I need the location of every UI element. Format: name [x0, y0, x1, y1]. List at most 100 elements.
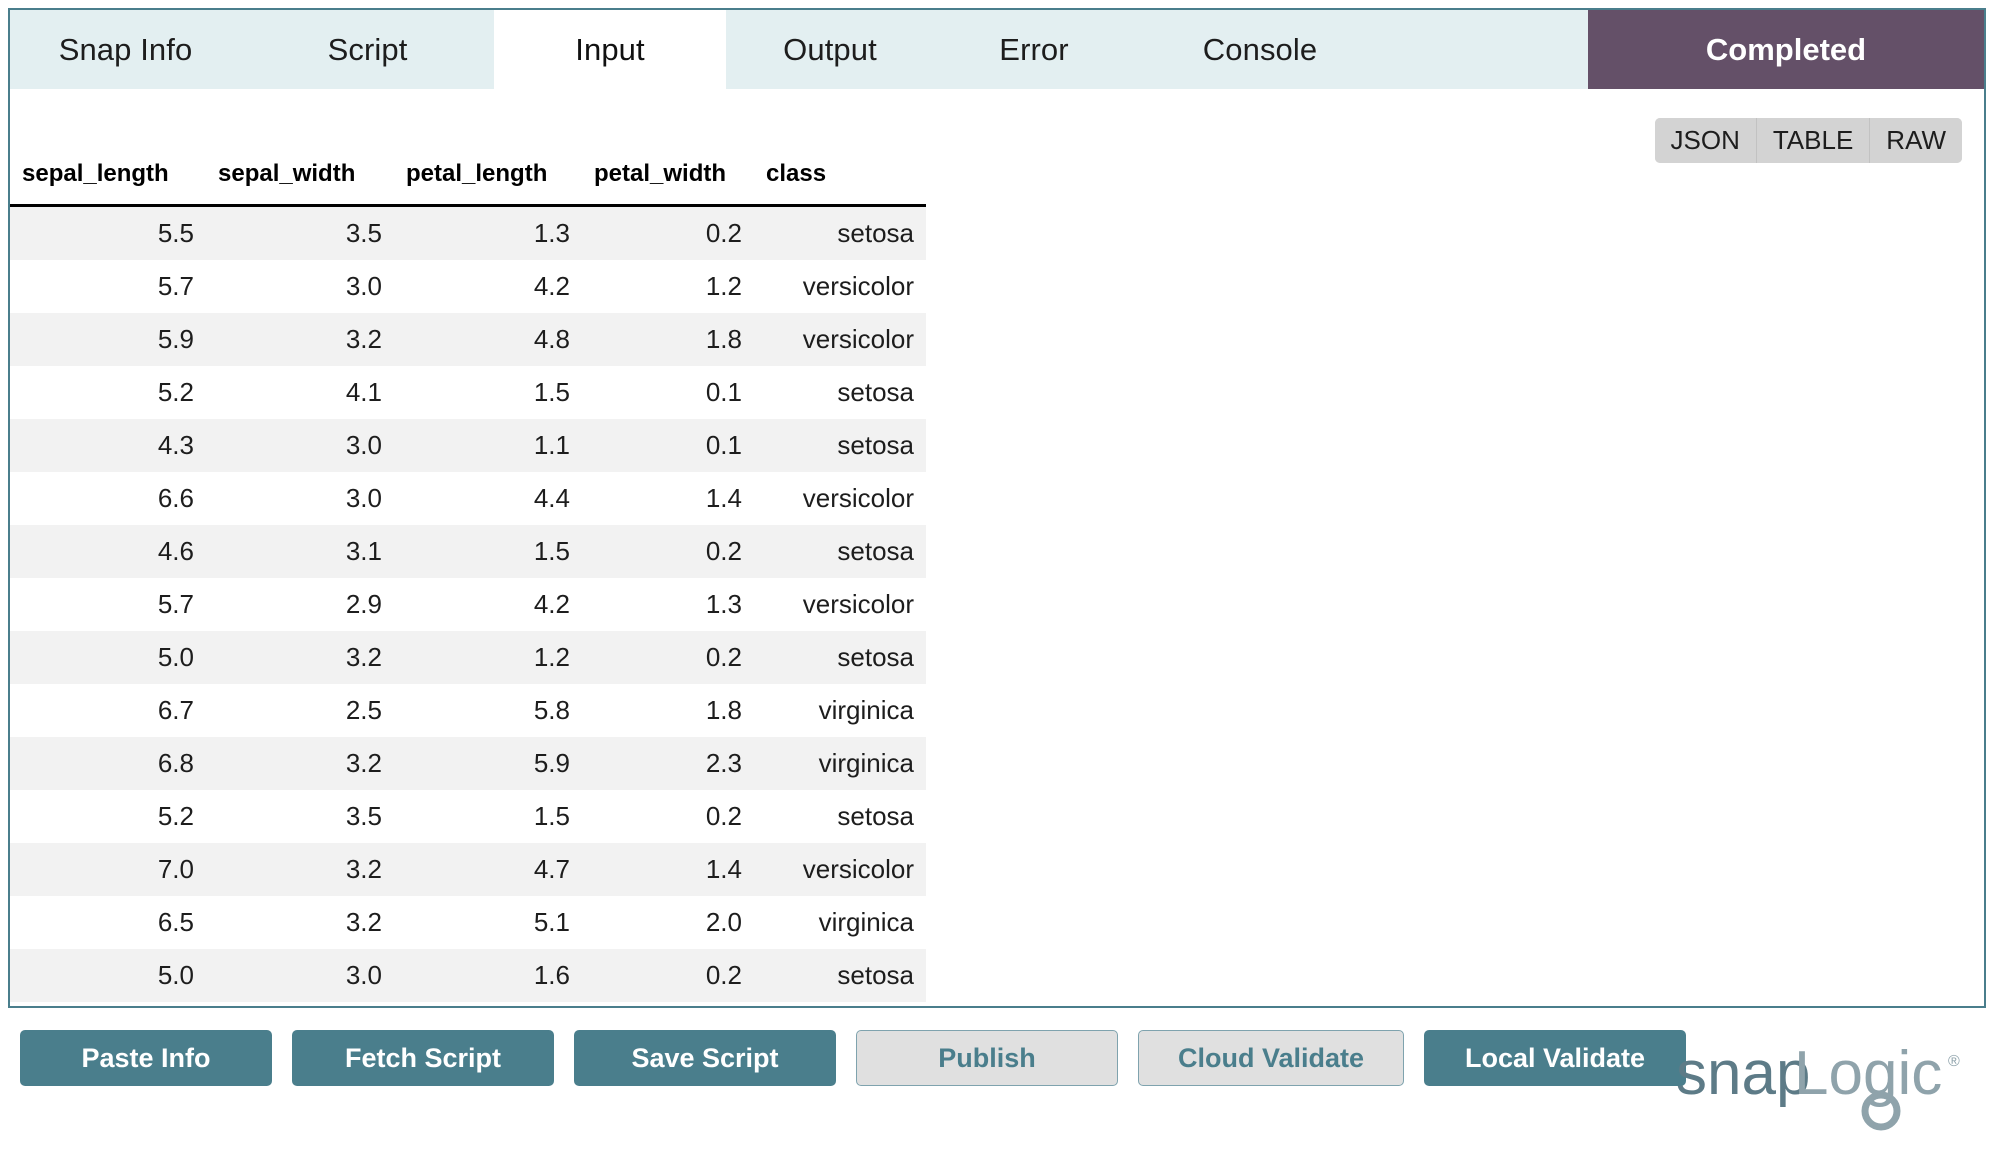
tab-error[interactable]: Error: [934, 10, 1134, 89]
view-mode-raw[interactable]: RAW: [1870, 118, 1962, 163]
cell-sepal-width: 3.1: [206, 525, 394, 578]
button-label: Paste Info: [81, 1043, 210, 1074]
table-row[interactable]: 6.53.25.12.0virginica: [10, 896, 926, 949]
cell-class: setosa: [754, 419, 926, 472]
tab-label: Error: [999, 32, 1068, 68]
status-label: Completed: [1706, 32, 1866, 68]
table-row[interactable]: 5.24.11.50.1setosa: [10, 366, 926, 419]
cell-class: setosa: [754, 790, 926, 843]
cell-sepal-width: 3.2: [206, 313, 394, 366]
cell-sepal-length: 4.3: [10, 419, 206, 472]
tab-strip: Snap Info Script Input Output Error Cons…: [10, 10, 1984, 89]
table-row[interactable]: 6.83.25.92.3virginica: [10, 737, 926, 790]
cell-class: versicolor: [754, 843, 926, 896]
table-row[interactable]: 4.33.01.10.1setosa: [10, 419, 926, 472]
local-validate-button[interactable]: Local Validate: [1424, 1030, 1686, 1086]
input-data-table-container: sepal_length sepal_width petal_length pe…: [10, 146, 926, 1002]
cell-petal-length: 1.2: [394, 631, 582, 684]
table-row[interactable]: 6.63.04.41.4versicolor: [10, 472, 926, 525]
cell-sepal-length: 5.7: [10, 260, 206, 313]
cell-petal-width: 1.8: [582, 313, 754, 366]
cell-sepal-width: 3.2: [206, 737, 394, 790]
cell-class: versicolor: [754, 313, 926, 366]
cell-petal-width: 1.3: [582, 578, 754, 631]
view-mode-json[interactable]: JSON: [1655, 118, 1757, 163]
snap-execution-panel: Snap Info Script Input Output Error Cons…: [8, 8, 1986, 1008]
cell-petal-length: 1.5: [394, 790, 582, 843]
cell-petal-length: 1.6: [394, 949, 582, 1002]
paste-info-button[interactable]: Paste Info: [20, 1030, 272, 1086]
cell-class: versicolor: [754, 578, 926, 631]
table-row[interactable]: 5.73.04.21.2versicolor: [10, 260, 926, 313]
cloud-validate-button[interactable]: Cloud Validate: [1138, 1030, 1404, 1086]
cell-sepal-width: 3.5: [206, 206, 394, 261]
status-badge: Completed: [1588, 10, 1984, 89]
table-row[interactable]: 5.72.94.21.3versicolor: [10, 578, 926, 631]
button-label: Local Validate: [1465, 1043, 1645, 1074]
cell-petal-length: 5.8: [394, 684, 582, 737]
view-mode-table[interactable]: TABLE: [1757, 118, 1870, 163]
column-header-petal-length: petal_length: [394, 146, 582, 206]
tab-label: Snap Info: [59, 32, 193, 68]
tab-script[interactable]: Script: [241, 10, 494, 89]
view-mode-switch[interactable]: JSON TABLE RAW: [1655, 118, 1962, 163]
fetch-script-button[interactable]: Fetch Script: [292, 1030, 554, 1086]
table-header: sepal_length sepal_width petal_length pe…: [10, 146, 926, 206]
table-row[interactable]: 4.63.11.50.2setosa: [10, 525, 926, 578]
cell-sepal-length: 5.0: [10, 949, 206, 1002]
snaplogic-logo-mark: snap Logic ®: [1676, 1038, 1976, 1134]
tab-output[interactable]: Output: [726, 10, 934, 89]
snaplogic-logo: snap Logic ®: [1676, 1038, 1976, 1134]
publish-button[interactable]: Publish: [856, 1030, 1118, 1086]
cell-petal-length: 1.5: [394, 525, 582, 578]
cell-petal-length: 4.8: [394, 313, 582, 366]
cell-petal-length: 4.7: [394, 843, 582, 896]
tab-input[interactable]: Input: [494, 10, 726, 89]
table-body: 5.53.51.30.2setosa5.73.04.21.2versicolor…: [10, 206, 926, 1003]
table-row[interactable]: 5.93.24.81.8versicolor: [10, 313, 926, 366]
save-script-button[interactable]: Save Script: [574, 1030, 836, 1086]
tab-console[interactable]: Console: [1134, 10, 1386, 89]
cell-sepal-length: 4.6: [10, 525, 206, 578]
cell-sepal-width: 2.5: [206, 684, 394, 737]
cell-sepal-width: 3.0: [206, 419, 394, 472]
table-row[interactable]: 5.53.51.30.2setosa: [10, 206, 926, 261]
column-header-petal-width: petal_width: [582, 146, 754, 206]
button-label: Publish: [938, 1043, 1036, 1074]
table-row[interactable]: 5.03.21.20.2setosa: [10, 631, 926, 684]
cell-class: virginica: [754, 896, 926, 949]
cell-petal-width: 0.1: [582, 419, 754, 472]
cell-petal-length: 4.4: [394, 472, 582, 525]
table-row[interactable]: 6.72.55.81.8virginica: [10, 684, 926, 737]
tab-label: Input: [575, 32, 644, 68]
view-mode-label: RAW: [1886, 125, 1946, 156]
cell-class: versicolor: [754, 260, 926, 313]
cell-petal-width: 2.3: [582, 737, 754, 790]
cell-petal-width: 1.4: [582, 843, 754, 896]
tab-snap-info[interactable]: Snap Info: [10, 10, 241, 89]
logo-trademark-symbol: ®: [1948, 1053, 1960, 1070]
cell-sepal-length: 7.0: [10, 843, 206, 896]
tab-label: Script: [328, 32, 408, 68]
table-row[interactable]: 5.23.51.50.2setosa: [10, 790, 926, 843]
cell-sepal-length: 6.6: [10, 472, 206, 525]
cell-sepal-length: 5.5: [10, 206, 206, 261]
cell-petal-length: 4.2: [394, 578, 582, 631]
cell-petal-width: 0.2: [582, 790, 754, 843]
cell-petal-width: 0.2: [582, 525, 754, 578]
table-row[interactable]: 5.03.01.60.2setosa: [10, 949, 926, 1002]
tab-label: Output: [783, 32, 877, 68]
cell-petal-width: 2.0: [582, 896, 754, 949]
cell-petal-width: 0.1: [582, 366, 754, 419]
cell-sepal-length: 5.7: [10, 578, 206, 631]
cell-sepal-width: 2.9: [206, 578, 394, 631]
cell-petal-length: 1.3: [394, 206, 582, 261]
cell-class: setosa: [754, 631, 926, 684]
cell-sepal-length: 6.7: [10, 684, 206, 737]
cell-sepal-length: 5.2: [10, 790, 206, 843]
cell-petal-width: 0.2: [582, 631, 754, 684]
cell-petal-width: 0.2: [582, 949, 754, 1002]
view-mode-label: JSON: [1671, 125, 1740, 156]
cell-petal-length: 4.2: [394, 260, 582, 313]
table-row[interactable]: 7.03.24.71.4versicolor: [10, 843, 926, 896]
